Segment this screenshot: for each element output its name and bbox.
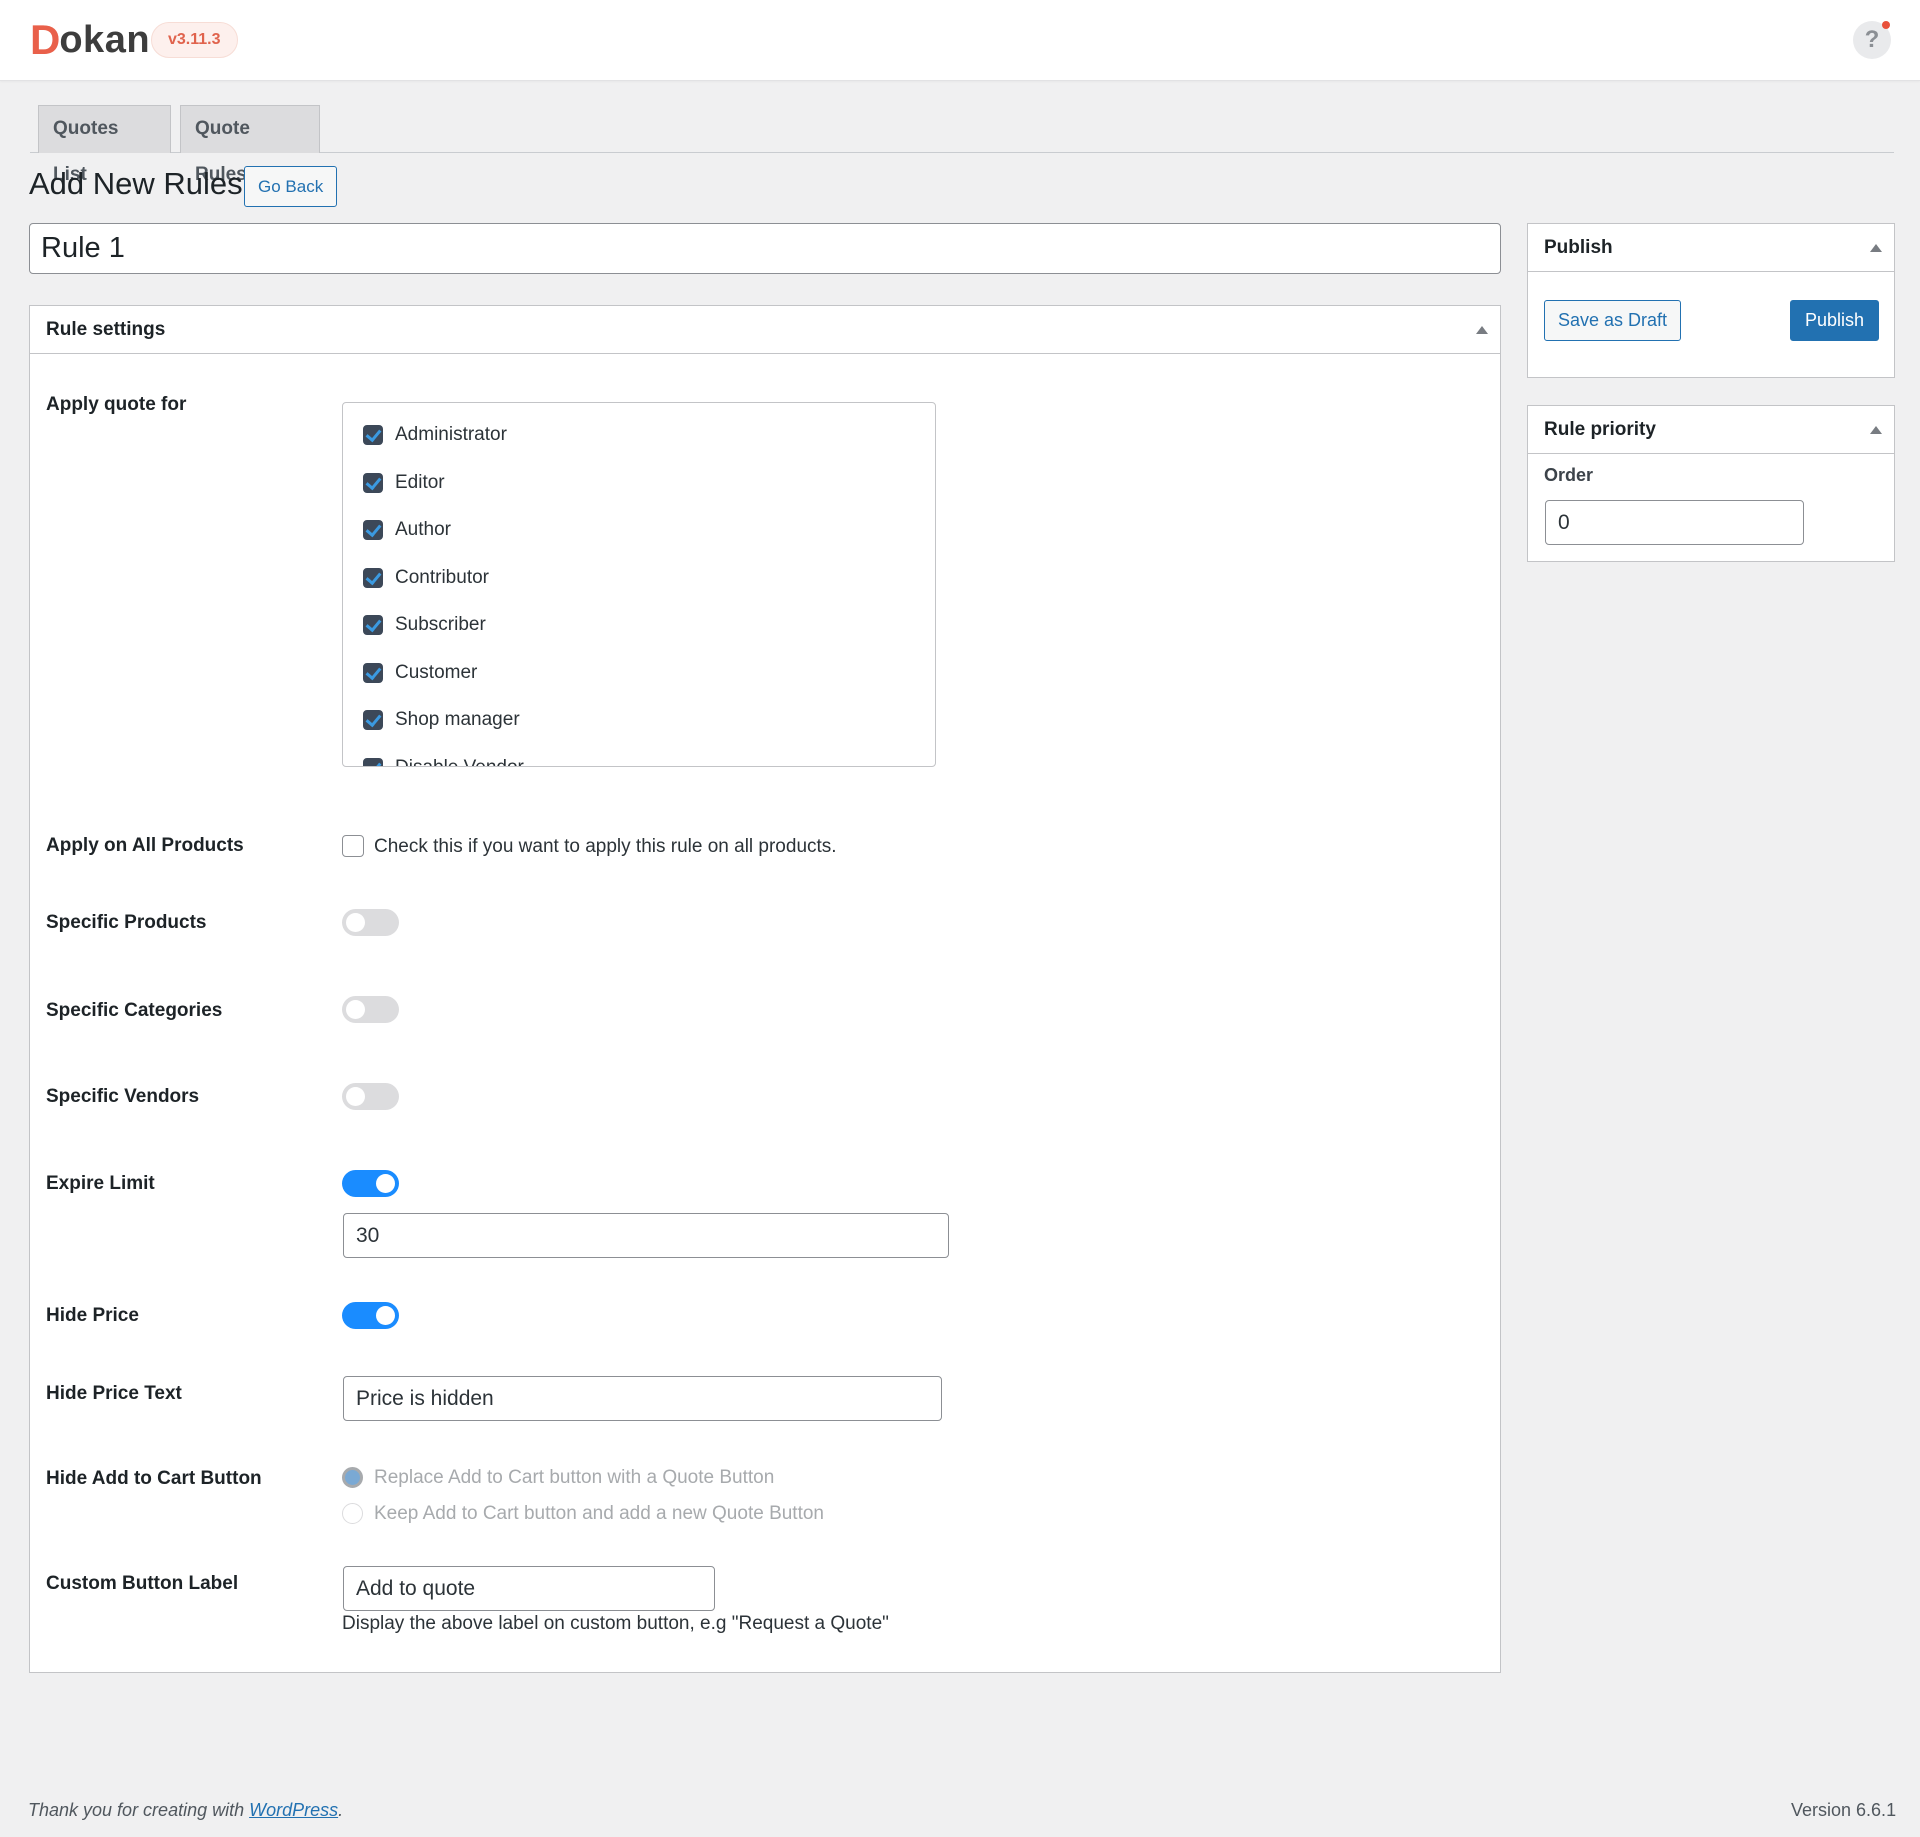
toggle-knob bbox=[376, 1174, 395, 1193]
role-item[interactable]: Shop manager bbox=[363, 708, 520, 732]
role-label: Subscriber bbox=[395, 614, 486, 635]
replace-cart-radio-label: Replace Add to Cart button with a Quote … bbox=[374, 1467, 775, 1488]
publish-panel: Publish Save as Draft Publish bbox=[1527, 223, 1895, 378]
checkbox-checked-icon[interactable] bbox=[363, 758, 383, 766]
logo-initial: D bbox=[30, 16, 60, 63]
checkbox-checked-icon[interactable] bbox=[363, 473, 383, 493]
logo-text: okan bbox=[59, 19, 151, 61]
role-item[interactable]: Subscriber bbox=[363, 613, 486, 637]
footer-thanks: Thank you for creating with WordPress. bbox=[28, 1800, 343, 1821]
role-label: Customer bbox=[395, 662, 478, 683]
publish-title: Publish bbox=[1544, 237, 1613, 258]
hide-price-text-input[interactable]: Price is hidden bbox=[343, 1376, 942, 1421]
checkbox-checked-icon[interactable] bbox=[363, 425, 383, 445]
go-back-button[interactable]: Go Back bbox=[244, 166, 338, 207]
toggle-knob bbox=[346, 913, 365, 932]
role-item[interactable]: Contributor bbox=[363, 566, 489, 590]
wordpress-link[interactable]: WordPress bbox=[249, 1800, 338, 1820]
checkbox-checked-icon[interactable] bbox=[363, 520, 383, 540]
rule-settings-title: Rule settings bbox=[46, 319, 166, 340]
rule-settings-header[interactable]: Rule settings bbox=[30, 306, 1500, 354]
custom-button-label-label: Custom Button Label bbox=[46, 1573, 239, 1594]
collapse-arrow-icon[interactable] bbox=[1476, 326, 1488, 334]
rule-priority-title: Rule priority bbox=[1544, 419, 1656, 440]
replace-cart-radio[interactable] bbox=[342, 1467, 363, 1488]
collapse-arrow-icon[interactable] bbox=[1870, 426, 1882, 434]
apply-quote-for-label: Apply quote for bbox=[46, 394, 187, 415]
expire-limit-input[interactable]: 30 bbox=[343, 1213, 949, 1258]
role-item[interactable]: Editor bbox=[363, 471, 445, 495]
hide-price-label: Hide Price bbox=[46, 1305, 139, 1326]
keep-cart-radio[interactable] bbox=[342, 1503, 363, 1524]
specific-products-toggle[interactable] bbox=[342, 909, 399, 936]
custom-button-help-text: Display the above label on custom button… bbox=[342, 1613, 889, 1634]
page-title: Add New Rules bbox=[29, 166, 243, 201]
checkbox-checked-icon[interactable] bbox=[363, 710, 383, 730]
role-label: Author bbox=[395, 519, 451, 540]
role-item[interactable]: Disable Vendor bbox=[363, 756, 524, 766]
rule-priority-panel: Rule priority Order 0 bbox=[1527, 405, 1895, 562]
custom-button-label-input[interactable]: Add to quote bbox=[343, 1566, 715, 1611]
version-badge: v3.11.3 bbox=[151, 22, 238, 58]
footer-version: Version 6.6.1 bbox=[1791, 1800, 1897, 1820]
hide-add-to-cart-label: Hide Add to Cart Button bbox=[46, 1468, 262, 1489]
role-item[interactable]: Author bbox=[363, 518, 451, 542]
specific-vendors-label: Specific Vendors bbox=[46, 1086, 200, 1107]
role-label: Disable Vendor bbox=[395, 757, 524, 766]
rule-settings-panel: Rule settings Apply quote for Administra… bbox=[29, 305, 1501, 1673]
top-bar: Dokan v3.11.3 ? bbox=[0, 0, 1920, 81]
expire-limit-toggle[interactable] bbox=[342, 1170, 399, 1197]
apply-all-products-label: Apply on All Products bbox=[46, 835, 244, 856]
role-label: Editor bbox=[395, 472, 445, 493]
hide-price-toggle[interactable] bbox=[342, 1302, 399, 1329]
toggle-knob bbox=[346, 1000, 365, 1019]
order-label: Order bbox=[1544, 465, 1594, 485]
specific-categories-toggle[interactable] bbox=[342, 996, 399, 1023]
checkbox-checked-icon[interactable] bbox=[363, 568, 383, 588]
specific-products-label: Specific Products bbox=[46, 912, 207, 933]
role-label: Shop manager bbox=[395, 709, 520, 730]
order-input[interactable]: 0 bbox=[1545, 500, 1804, 545]
specific-categories-label: Specific Categories bbox=[46, 1000, 223, 1021]
tab-quote-rules[interactable]: Quote Rules bbox=[180, 105, 320, 185]
publish-button[interactable]: Publish bbox=[1790, 300, 1880, 341]
toggle-knob bbox=[376, 1306, 395, 1325]
roles-list[interactable]: Administrator Editor Author Contributor … bbox=[342, 402, 936, 767]
specific-vendors-toggle[interactable] bbox=[342, 1083, 399, 1110]
collapse-arrow-icon[interactable] bbox=[1870, 244, 1882, 252]
apply-all-products-text: Check this if you want to apply this rul… bbox=[374, 836, 837, 857]
apply-all-products-checkbox[interactable] bbox=[342, 835, 364, 857]
role-label: Administrator bbox=[395, 424, 507, 445]
keep-cart-radio-label: Keep Add to Cart button and add a new Qu… bbox=[374, 1503, 824, 1524]
checkbox-checked-icon[interactable] bbox=[363, 615, 383, 635]
checkbox-checked-icon[interactable] bbox=[363, 663, 383, 683]
hide-price-text-label: Hide Price Text bbox=[46, 1383, 182, 1404]
expire-limit-label: Expire Limit bbox=[46, 1173, 155, 1194]
dokan-logo: Dokan bbox=[30, 18, 150, 62]
nav-tabs: Quotes List Quote Rules bbox=[30, 105, 1894, 185]
footer-thanks-text: Thank you for creating with bbox=[28, 1800, 250, 1820]
tab-quotes-list[interactable]: Quotes List bbox=[38, 105, 171, 185]
rule-title-input[interactable]: Rule 1 bbox=[29, 223, 1501, 274]
footer-thanks-suffix: . bbox=[338, 1800, 344, 1820]
publish-header[interactable]: Publish bbox=[1528, 224, 1894, 272]
role-label: Contributor bbox=[395, 567, 489, 588]
role-item[interactable]: Customer bbox=[363, 661, 477, 685]
role-item[interactable]: Administrator bbox=[363, 423, 507, 447]
toggle-knob bbox=[346, 1087, 365, 1106]
rule-priority-header[interactable]: Rule priority bbox=[1528, 406, 1894, 454]
notification-dot bbox=[1882, 21, 1890, 29]
save-draft-button[interactable]: Save as Draft bbox=[1544, 300, 1682, 341]
